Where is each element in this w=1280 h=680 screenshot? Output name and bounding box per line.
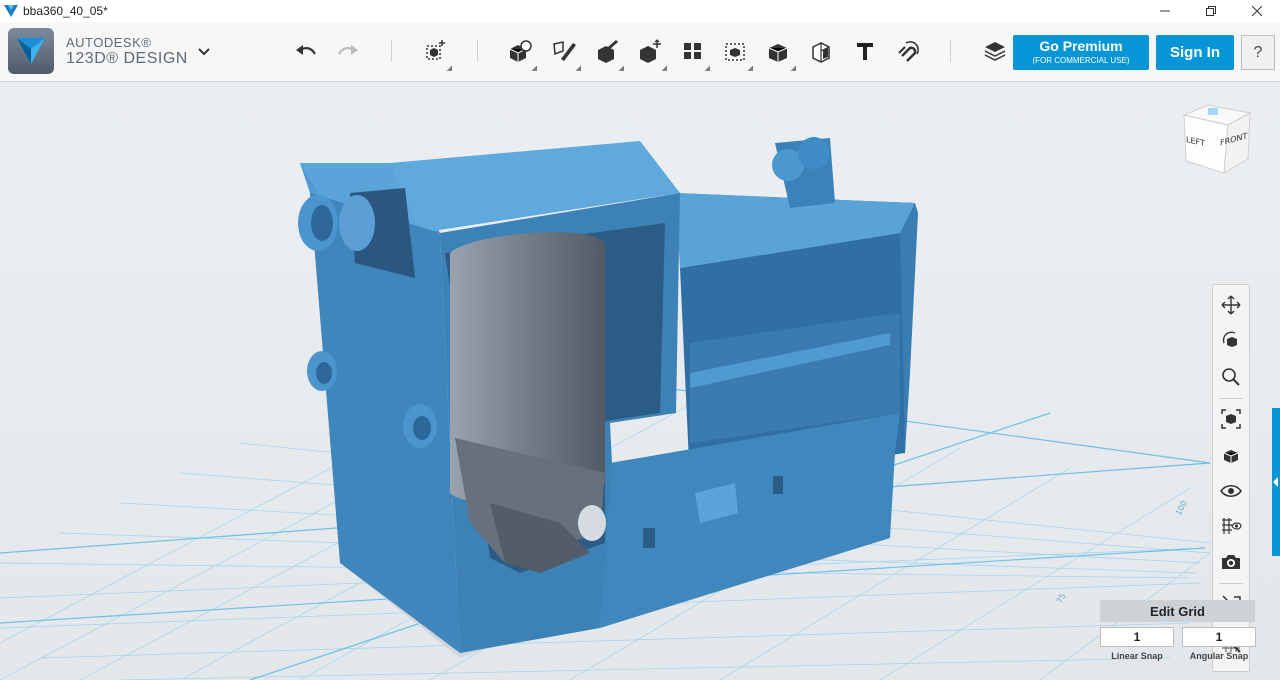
visibility-eye-icon[interactable] bbox=[1217, 477, 1245, 505]
pattern-icon[interactable]: ◢ bbox=[678, 36, 710, 72]
grid-label-75: 75 bbox=[1055, 592, 1068, 605]
toolbar-separator bbox=[477, 40, 478, 62]
zoom-icon[interactable] bbox=[1217, 363, 1245, 391]
go-premium-button[interactable]: Go Premium (FOR COMMERCIAL USE) bbox=[1013, 35, 1149, 70]
sketch-icon[interactable]: ◢ bbox=[549, 36, 581, 72]
construct-icon[interactable]: ◢ bbox=[592, 36, 624, 72]
grid-panel: Edit Grid 1 Linear Snap 1 Angular Snap bbox=[1100, 600, 1256, 670]
material-view-icon[interactable] bbox=[1217, 512, 1245, 540]
text-icon[interactable] bbox=[850, 36, 880, 66]
toolbar-separator bbox=[391, 40, 392, 62]
grid-label-100: 100 bbox=[1174, 499, 1189, 517]
3d-scene: 100 75 bbox=[0, 137, 1211, 680]
go-premium-sublabel: (FOR COMMERCIAL USE) bbox=[1032, 56, 1130, 65]
fit-icon[interactable] bbox=[1217, 405, 1245, 433]
combine-icon[interactable]: ◢ bbox=[764, 36, 796, 72]
minimize-icon bbox=[1160, 10, 1170, 12]
help-button[interactable]: ? bbox=[1241, 35, 1275, 70]
angular-snap-field[interactable]: 1 bbox=[1182, 627, 1256, 647]
3d-viewport[interactable]: 100 75 LEFT FRONT bbox=[0, 83, 1280, 680]
go-premium-label: Go Premium bbox=[1039, 38, 1123, 54]
redo-icon[interactable] bbox=[333, 36, 363, 66]
linear-snap-label: Linear Snap bbox=[1111, 651, 1163, 661]
linear-snap-field[interactable]: 1 bbox=[1100, 627, 1174, 647]
views-icon[interactable] bbox=[1217, 441, 1245, 469]
close-icon bbox=[1252, 6, 1262, 16]
brand-line-2: 123D® DESIGN bbox=[66, 49, 188, 67]
snap-magnet-icon[interactable] bbox=[893, 36, 923, 66]
angular-snap-label: Angular Snap bbox=[1189, 651, 1249, 661]
app-logo-icon bbox=[3, 3, 19, 19]
brand-line-1: AUTODESK® bbox=[66, 34, 152, 50]
autodesk-logo-icon[interactable] bbox=[8, 28, 54, 74]
document-title: bba360_40_05* bbox=[23, 4, 108, 18]
app-menu-chevron-down-icon[interactable] bbox=[196, 44, 212, 60]
title-bar: bba360_40_05* bbox=[0, 0, 1280, 22]
minimize-button[interactable] bbox=[1142, 0, 1188, 22]
primitives-icon[interactable]: ◢ bbox=[505, 36, 537, 72]
brand: AUTODESK® 123D® DESIGN bbox=[8, 28, 188, 74]
close-button[interactable] bbox=[1234, 0, 1280, 22]
materials-layers-icon[interactable] bbox=[980, 36, 1010, 66]
measure-icon[interactable] bbox=[806, 36, 836, 66]
undo-icon[interactable] bbox=[291, 36, 321, 66]
chevron-left-icon[interactable] bbox=[1272, 476, 1280, 488]
restore-icon bbox=[1206, 6, 1216, 16]
pan-icon[interactable] bbox=[1217, 291, 1245, 319]
screenshot-camera-icon[interactable] bbox=[1217, 548, 1245, 576]
viewcube[interactable]: LEFT FRONT bbox=[1178, 103, 1258, 181]
sign-in-button[interactable]: Sign In bbox=[1156, 35, 1234, 70]
grouping-icon[interactable]: ◢ bbox=[721, 36, 753, 72]
3d-model-part bbox=[298, 137, 918, 658]
transform-icon[interactable]: ◢ bbox=[420, 36, 452, 72]
orbit-icon[interactable] bbox=[1217, 327, 1245, 355]
main-toolbar: AUTODESK® 123D® DESIGN ◢ ◢ ◢ ◢ ◢ ◢ ◢ ◢ G… bbox=[0, 22, 1280, 82]
restore-button[interactable] bbox=[1188, 0, 1234, 22]
modify-icon[interactable]: ◢ bbox=[635, 36, 667, 72]
toolbar-separator bbox=[950, 40, 951, 62]
edit-grid-button[interactable]: Edit Grid bbox=[1100, 600, 1255, 622]
